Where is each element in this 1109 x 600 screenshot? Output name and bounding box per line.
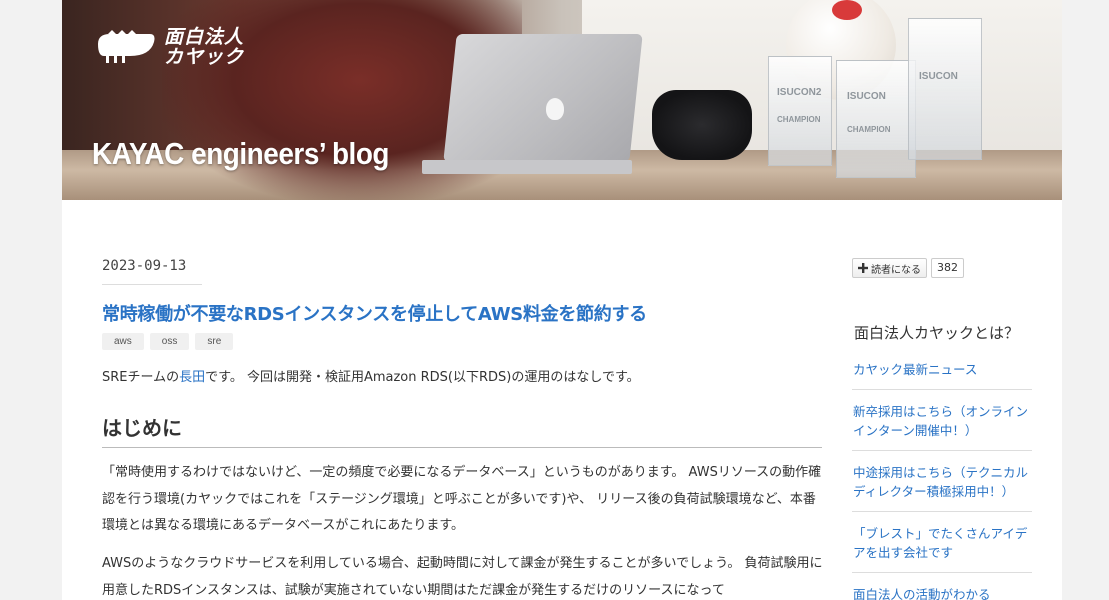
paragraph: 「常時使用するわけではないけど、一定の頻度で必要になるデータベース」というものが… <box>102 465 822 533</box>
intro-text: です。 今回は開発・検証用Amazon RDS(以下RDS)の運用のはなしです。 <box>205 370 640 385</box>
sidebar-link[interactable]: 面白法人の活動がわかる <box>852 585 1032 600</box>
sidebar-about-title: 面白法人カヤックとは？ <box>854 324 1020 342</box>
author-link[interactable]: 長田 <box>179 370 205 385</box>
subscribe-label: 読者になる <box>871 264 921 276</box>
apple-logo-icon <box>546 98 564 120</box>
entry-tags: aws oss sre <box>102 333 234 350</box>
trophy-label: ISUCON <box>847 91 886 102</box>
plus-icon <box>858 263 868 273</box>
tag-oss[interactable]: oss <box>149 333 190 350</box>
sidebar-link[interactable]: 「ブレスト」でたくさんアイデアを出す会社です <box>852 524 1032 573</box>
trophy-label: CHAMPION <box>847 125 891 134</box>
sidebar-link[interactable]: カヤック最新ニュース <box>852 360 1032 390</box>
sidebar-link[interactable]: 中途採用はこちら（テクニカルディレクター積極採用中！） <box>852 463 1032 512</box>
header-banner[interactable]: ISUCON2 CHAMPION ISUCON CHAMPION ISUCON … <box>62 0 1062 200</box>
page: ISUCON2 CHAMPION ISUCON CHAMPION ISUCON … <box>62 0 1062 600</box>
sidebar-links: カヤック最新ニュース 新卒採用はこちら（オンラインインターン開催中！） 中途採用… <box>852 360 1032 600</box>
entry-title[interactable]: 常時稼働が不要なRDSインスタンスを停止してAWS料金を節約する <box>102 300 647 326</box>
sidebar-link[interactable]: 新卒採用はこちら（オンラインインターン開催中！） <box>852 402 1032 451</box>
trophy-image: ISUCON <box>908 18 982 160</box>
laptop-base <box>422 160 632 174</box>
tag-aws[interactable]: aws <box>102 333 144 350</box>
kayac-logo-icon[interactable] <box>94 30 156 64</box>
subscribe-button[interactable]: 読者になる <box>852 258 927 278</box>
logo-text-line1: 面白法人 <box>164 26 245 48</box>
tag-sre[interactable]: sre <box>195 333 234 350</box>
paragraph: AWSのようなクラウドサービスを利用している場合、起動時間に対して課金が発生する… <box>102 556 823 598</box>
trophy-label: ISUCON <box>919 71 958 82</box>
subscriber-count: 382 <box>931 258 964 278</box>
trophy-image: ISUCON CHAMPION <box>836 60 916 178</box>
blog-title[interactable]: KAYAC engineers’ blog <box>92 136 389 172</box>
entry-date[interactable]: 2023-09-13 <box>102 258 202 285</box>
section-heading: はじめに <box>102 412 822 448</box>
trophy-label: CHAMPION <box>777 115 821 124</box>
trophy-label: ISUCON2 <box>777 87 822 98</box>
subscribe-widget: 読者になる 382 <box>852 258 964 278</box>
logo-text[interactable]: 面白法人 カヤック <box>164 27 244 67</box>
laptop-image <box>443 34 643 162</box>
vr-headset-image <box>652 90 752 160</box>
logo-text-line2: カヤック <box>164 46 245 68</box>
entry-intro: SREチームの長田です。 今回は開発・検証用Amazon RDS(以下RDS)の… <box>102 366 640 385</box>
ball-mark <box>832 0 862 20</box>
intro-text: SREチームの <box>102 370 180 385</box>
trophy-image: ISUCON2 CHAMPION <box>768 56 832 166</box>
